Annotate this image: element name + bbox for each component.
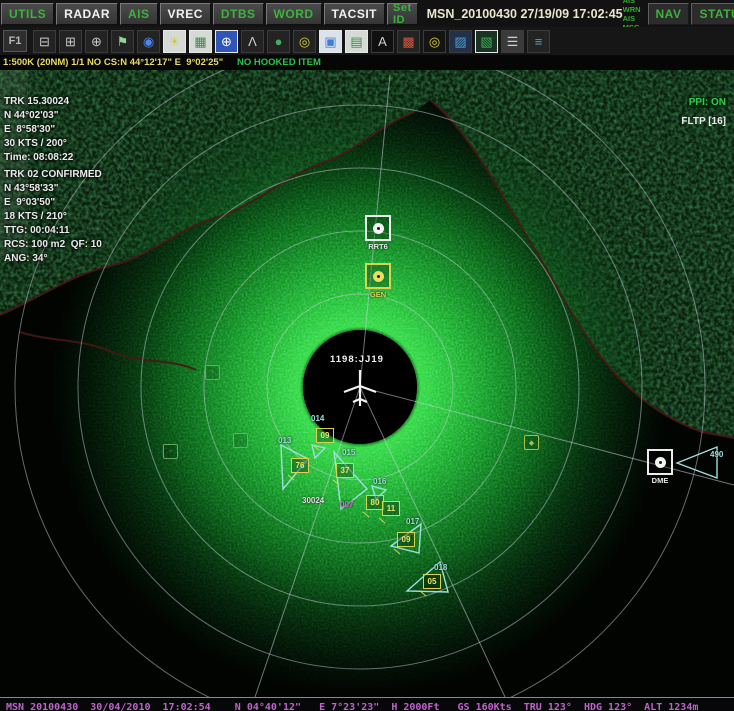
range-rings-icon[interactable]: ◎: [293, 30, 316, 53]
track-label-014: 014: [311, 414, 324, 423]
expand-view-icon[interactable]: ⊞: [59, 30, 82, 53]
track-info-line: 30 KTS / 200°: [4, 137, 73, 151]
ppi-status: PPI: ON: [687, 97, 728, 108]
menu-tab-ais[interactable]: AIS: [120, 3, 158, 25]
reports-icon[interactable]: ☰: [501, 30, 524, 53]
track-info-line: E 9°03'50": [4, 196, 102, 210]
track-info-line: TRK 15.30024: [4, 95, 73, 109]
globe-icon[interactable]: ◉: [137, 30, 160, 53]
hooked-item-status: NO HOOKED ITEM: [237, 57, 321, 68]
center-ownship-icon[interactable]: ⊕: [215, 30, 238, 53]
track-info-line: RCS: 100 m2 QF: 10: [4, 238, 102, 252]
track-tag-05[interactable]: 05: [423, 574, 441, 589]
ownship-nav-data-text: MSN 20100430 30/04/2010 17:02:54 N 04°40…: [0, 698, 734, 711]
levels-icon[interactable]: ≡: [527, 30, 550, 53]
track-info-panel-1: TRK 15.30024N 44°02'03"E 8°58'30"30 KTS …: [4, 95, 73, 165]
menu-tab-tacsit[interactable]: TACSIT: [324, 3, 385, 25]
map-layers-icon[interactable]: ▦: [189, 30, 212, 53]
track-info-line: ANG: 34°: [4, 252, 102, 266]
bottom-status-bar: MSN 20100430 30/04/2010 17:02:54 N 04°40…: [0, 697, 734, 711]
menu-tab-dtbs[interactable]: DTBS: [213, 3, 264, 25]
waypoint-gen[interactable]: [365, 263, 391, 289]
track-info-line: Time: 08:08:22: [4, 151, 73, 165]
track-tag-37[interactable]: 37: [336, 463, 354, 478]
track-label-017: 017: [406, 517, 419, 526]
marker-flag-icon[interactable]: ⚑: [111, 30, 134, 53]
database-map-icon[interactable]: ▤: [345, 30, 368, 53]
chart-symbol-sym-1[interactable]: ◦: [163, 444, 178, 459]
track-info-line: TTG: 00:04:11: [4, 224, 102, 238]
ownship-label: 1198:JJ19: [330, 354, 384, 365]
status-line: 1:500K (20NM) 1/1 NO CS:N 44°12'17" E 9°…: [0, 55, 734, 70]
waypoint-dot: [373, 223, 384, 234]
alerts-icon[interactable]: ▩: [397, 30, 420, 53]
track-label-013: 013: [278, 436, 291, 445]
menu-tab-vrec[interactable]: VREC: [160, 3, 211, 25]
menu-tab-word[interactable]: WORD: [266, 3, 322, 25]
magenta-track-007: 007: [340, 500, 353, 509]
track-info-panel-2: TRK 02 CONFIRMEDN 43°58'33"E 9°03'50"18 …: [4, 168, 102, 266]
ais-tool-icon[interactable]: A: [371, 30, 394, 53]
waypoint-dme[interactable]: [647, 449, 673, 475]
chart-symbol-sym-2[interactable]: ◦: [205, 365, 220, 380]
track-number-30024: 30024: [302, 496, 324, 505]
camera-icon[interactable]: ▣: [319, 30, 342, 53]
zoom-icon[interactable]: ⊕: [85, 30, 108, 53]
waypoint-dot: [655, 457, 666, 468]
track-label-018: 018: [434, 563, 447, 572]
map-blue-icon[interactable]: ▨: [449, 30, 472, 53]
track-tag-11[interactable]: 11: [382, 501, 400, 516]
brightness-icon[interactable]: ☀: [163, 30, 186, 53]
menu-tabs: UTILSRADARAISVRECDTBSWORDTACSITSet ID: [0, 3, 419, 25]
dividers-icon[interactable]: Λ: [241, 30, 264, 53]
track-tag-09[interactable]: 09: [316, 428, 334, 443]
waypoint-label-gen: GEN: [356, 290, 400, 299]
chart-symbol-sym-4[interactable]: ◆: [524, 435, 539, 450]
radar-display[interactable]: TRK 15.30024N 44°02'03"E 8°58'30"30 KTS …: [0, 70, 734, 697]
ais-warn-indicator: AIS WRN: [623, 0, 641, 14]
fltp-label[interactable]: FLTP [16]: [681, 116, 726, 127]
waypoint-label-rrt6: RRT6: [356, 242, 400, 251]
tacsit-application-window: UTILSRADARAISVRECDTBSWORDTACSITSet ID MS…: [0, 0, 734, 711]
waypoint-rrt6[interactable]: [365, 215, 391, 241]
menu-tab-set-id[interactable]: Set ID: [387, 3, 418, 25]
menu-tab-utils[interactable]: UTILS: [1, 3, 54, 25]
waypoint-label-dme: DME: [638, 476, 682, 485]
track-label-015: 015: [342, 448, 355, 457]
menu-tab-radar[interactable]: RADAR: [56, 3, 118, 25]
track-info-line: E 8°58'30": [4, 123, 73, 137]
track-label-016: 016: [373, 477, 386, 486]
track-info-line: N 44°02'03": [4, 109, 73, 123]
track-info-line: N 43°58'33": [4, 182, 102, 196]
track-label-490: 490: [710, 450, 723, 459]
track-info-line: TRK 02 CONFIRMED: [4, 168, 102, 182]
menu-bar: UTILSRADARAISVRECDTBSWORDTACSITSet ID MS…: [0, 0, 734, 28]
nav-sphere-icon[interactable]: ●: [267, 30, 290, 53]
status-button[interactable]: STATUS: [691, 3, 734, 25]
track-tag-76[interactable]: 76: [291, 458, 309, 473]
fkey-label: F1: [3, 30, 27, 52]
chart-symbol-sym-3[interactable]: ◦: [233, 433, 248, 448]
waypoint-dot: [373, 271, 384, 282]
target-designate-icon[interactable]: ◎: [423, 30, 446, 53]
track-info-line: 18 KTS / 210°: [4, 210, 102, 224]
shrink-view-icon[interactable]: ⊟: [33, 30, 56, 53]
map-green-icon[interactable]: ▧: [475, 30, 498, 53]
scale-position-text: 1:500K (20NM) 1/1 NO CS:N 44°12'17" E 9°…: [3, 57, 223, 68]
nav-button[interactable]: NAV: [648, 3, 690, 25]
mission-id-text: MSN_20100430 27/19/09 17:02:45: [427, 7, 623, 21]
track-symbols-layer: [0, 70, 734, 697]
track-tag-09[interactable]: 09: [397, 532, 415, 547]
toolbar: F1 ⊟⊞⊕⚑◉☀▦⊕Λ●◎▣▤A▩◎▨▧☰≡: [0, 27, 734, 55]
